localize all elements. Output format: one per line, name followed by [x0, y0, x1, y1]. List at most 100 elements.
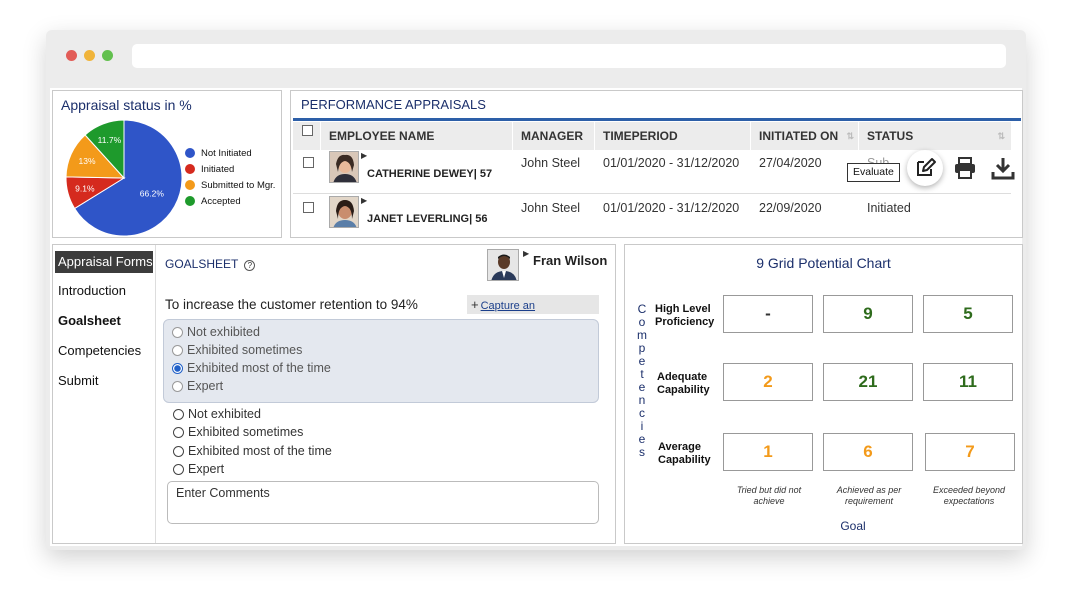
nine-grid-panel: 9 Grid Potential Chart C o m p e t e n c…: [624, 244, 1023, 544]
radio-button[interactable]: [173, 445, 184, 457]
rating-option[interactable]: Not exhibited: [172, 325, 260, 339]
maximize-dot-icon[interactable]: [102, 50, 113, 61]
grid-cell[interactable]: 7: [925, 433, 1015, 471]
evaluate-button[interactable]: [907, 150, 943, 186]
legend-item: Accepted: [185, 193, 275, 209]
radio-button[interactable]: [172, 344, 183, 356]
manager-cell: John Steel: [521, 201, 581, 215]
radio-button[interactable]: [172, 326, 183, 338]
col-initiated-on-label: INITIATED ON: [759, 129, 839, 143]
grid-cell[interactable]: 1: [723, 433, 813, 471]
edit-icon: [917, 158, 936, 176]
appraisal-status-panel: Appraisal status in % 66.2% 9.1% 13% 11.7% …: [52, 90, 282, 238]
app-content: Appraisal status in % 66.2% 9.1% 13% 11.7% …: [50, 88, 1023, 546]
grid-cell[interactable]: 5: [923, 295, 1013, 333]
expand-caret-icon[interactable]: ▶: [361, 196, 367, 205]
sidebar-item-competencies[interactable]: Competencies: [58, 343, 141, 358]
grid-title: 9 Grid Potential Chart: [756, 255, 891, 271]
col-manager[interactable]: MANAGER: [513, 122, 595, 150]
legend-swatch: [185, 196, 195, 206]
download-button[interactable]: [991, 156, 1015, 180]
browser-window: Appraisal status in % 66.2% 9.1% 13% 11.7% …: [46, 30, 1026, 550]
option-label: Expert: [187, 379, 224, 393]
column-label: Achieved as per requirement: [836, 485, 902, 506]
radio-button[interactable]: [173, 463, 184, 475]
radio-button[interactable]: [173, 426, 184, 438]
row-label: High Level Proficiency: [655, 303, 715, 328]
employee-name[interactable]: JANET LEVERLING| 56: [367, 213, 487, 225]
table-row[interactable]: ▶ JANET LEVERLING| 56 John Steel 01/01/2…: [293, 195, 1011, 239]
column-label: Exceeded beyond expectations: [932, 485, 1006, 506]
grid-cell[interactable]: 21: [823, 363, 913, 401]
status-cell: Initiated: [867, 201, 911, 215]
legend-item: Initiated: [185, 161, 275, 177]
minimize-dot-icon[interactable]: [84, 50, 95, 61]
axis-letter: s: [639, 445, 645, 459]
grid-cell[interactable]: -: [723, 295, 813, 333]
rating-option[interactable]: Exhibited sometimes: [173, 425, 303, 439]
radio-button-selected[interactable]: [172, 362, 183, 374]
pie-chart: 66.2% 9.1% 13% 11.7%: [65, 119, 183, 237]
grid-cell[interactable]: 2: [723, 363, 813, 401]
close-dot-icon[interactable]: [66, 50, 77, 61]
pie-slice-label: 11.7%: [98, 135, 122, 145]
rating-option[interactable]: Exhibited most of the time: [173, 444, 332, 458]
rating-option[interactable]: Exhibited sometimes: [172, 343, 302, 357]
goal-axis-label: Goal: [840, 519, 866, 533]
option-label: Not exhibited: [187, 325, 260, 339]
option-label: Expert: [188, 462, 225, 476]
avatar: [329, 196, 359, 228]
browser-titlebar: [46, 30, 1026, 82]
option-label: Exhibited most of the time: [188, 444, 332, 458]
grid-cell[interactable]: 11: [923, 363, 1013, 401]
plus-icon: +: [471, 297, 479, 312]
radio-button[interactable]: [172, 380, 183, 392]
expand-caret-icon[interactable]: ▶: [361, 151, 367, 160]
employee-name: Fran Wilson: [533, 253, 608, 268]
col-initiated-on[interactable]: INITIATED ON ⇅: [751, 122, 859, 150]
legend-label: Not Initiated: [201, 147, 252, 159]
print-button[interactable]: [953, 156, 977, 180]
sidebar-item-goalsheet[interactable]: Goalsheet: [58, 313, 121, 328]
col-status[interactable]: STATUS ⇅: [859, 122, 1011, 150]
pie-title: Appraisal status in %: [61, 97, 192, 113]
appraisal-forms-panel: Appraisal Forms Introduction Goalsheet C…: [52, 244, 616, 544]
title-underline: [293, 118, 1021, 121]
select-all-checkbox[interactable]: [302, 125, 313, 136]
option-label: Not exhibited: [188, 407, 261, 421]
table-row[interactable]: ▶ CATHERINE DEWEY| 57 John Steel 01/01/2…: [293, 150, 1015, 194]
legend-swatch: [185, 148, 195, 158]
row-checkbox[interactable]: [303, 202, 314, 213]
sidebar-item-introduction[interactable]: Introduction: [58, 283, 126, 298]
legend-item: Not Initiated: [185, 145, 275, 161]
help-icon[interactable]: ?: [244, 260, 256, 271]
employee-name[interactable]: CATHERINE DEWEY| 57: [367, 168, 492, 180]
row-checkbox[interactable]: [303, 157, 314, 168]
rating-option[interactable]: Expert: [173, 462, 224, 476]
pie-slice-label: 13%: [79, 156, 96, 166]
performance-appraisals-panel: PERFORMANCE APPRAISALS EMPLOYEE NAME MAN…: [290, 90, 1023, 238]
period-cell: 01/01/2020 - 31/12/2020: [603, 156, 740, 170]
sort-icon[interactable]: ⇅: [846, 122, 854, 150]
download-icon: [991, 158, 1015, 180]
goal-question: To increase the customer retention to 94…: [165, 297, 418, 312]
forms-sidebar: Appraisal Forms Introduction Goalsheet C…: [53, 245, 156, 543]
sort-icon[interactable]: ⇅: [997, 122, 1005, 150]
radio-button[interactable]: [173, 408, 184, 420]
sidebar-item-submit[interactable]: Submit: [58, 373, 98, 388]
url-bar[interactable]: [132, 44, 1006, 68]
col-employee-name[interactable]: EMPLOYEE NAME: [321, 122, 513, 150]
grid-cell[interactable]: 6: [823, 433, 913, 471]
competencies-axis-label: C o m p e t e n c i e s: [637, 303, 647, 459]
goalsheet-label: GOALSHEET: [165, 257, 239, 271]
grid-cell[interactable]: 9: [823, 295, 913, 333]
expand-caret-icon[interactable]: ▶: [523, 249, 529, 258]
rating-option[interactable]: Expert: [172, 379, 223, 393]
rating-option[interactable]: Exhibited most of the time: [172, 361, 331, 375]
option-label: Exhibited most of the time: [187, 361, 331, 375]
pie-slice-label: 9.1%: [75, 184, 95, 194]
col-timeperiod[interactable]: TIMEPERIOD: [595, 122, 751, 150]
capture-achievement-button[interactable]: +Capture an achievement: [467, 295, 599, 331]
rating-option[interactable]: Not exhibited: [173, 407, 261, 421]
comments-textarea[interactable]: Enter Comments: [167, 481, 599, 524]
